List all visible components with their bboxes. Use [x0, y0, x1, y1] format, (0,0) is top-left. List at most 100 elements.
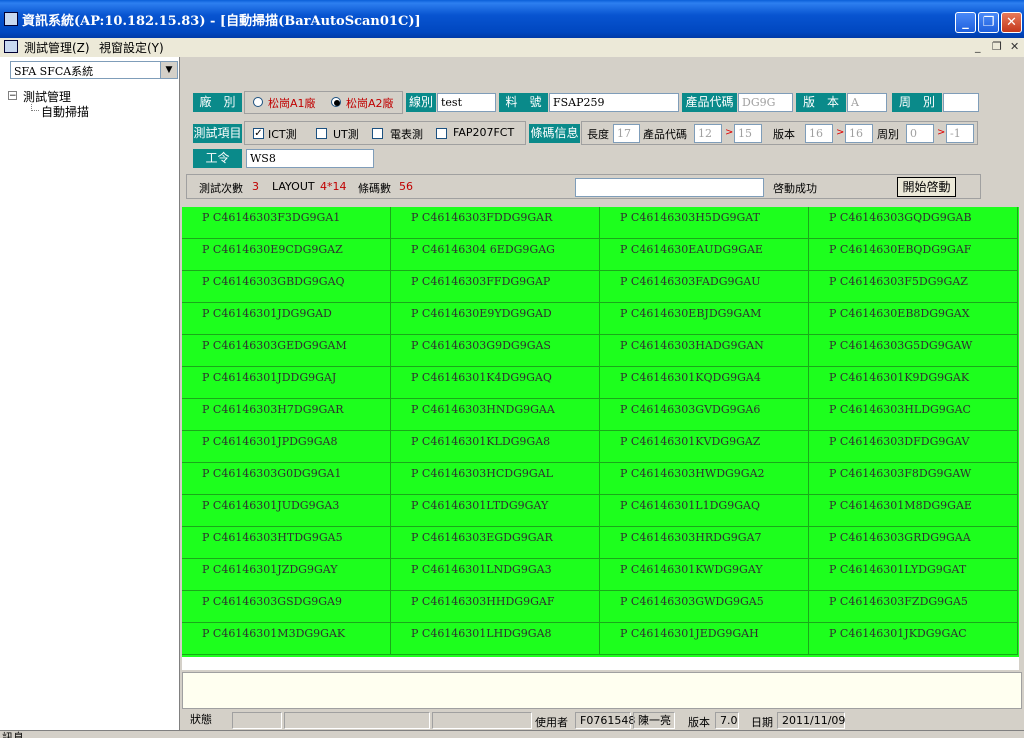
- product-code-label: 產品代碼: [682, 93, 737, 112]
- grid-cell: P C46146303HRDG9GA7: [600, 527, 809, 559]
- tree-item-auto-scan[interactable]: 自動掃描: [41, 103, 89, 120]
- grid-cell: P C46146304 6EDG9GAG: [391, 239, 600, 271]
- checkbox-ict[interactable]: ✓: [253, 128, 264, 139]
- tree-collapse-toggle[interactable]: −: [8, 91, 17, 101]
- layout-label: LAYOUT: [272, 180, 315, 193]
- length-label: 長度: [587, 128, 609, 141]
- grid-cell: P C46146303GRDG9GAA: [809, 527, 1018, 559]
- start-button[interactable]: 開始啓動: [897, 177, 956, 197]
- grid-cell: P C46146303HLDG9GAC: [809, 399, 1018, 431]
- grid-cell: P C46146301JDDG9GAJ: [182, 367, 391, 399]
- product-code-field[interactable]: DG9G: [738, 93, 793, 112]
- scan-input[interactable]: [575, 178, 764, 197]
- maximize-button[interactable]: ❐: [978, 12, 999, 33]
- week-label: 周 別: [892, 93, 942, 112]
- version-label: 版 本: [796, 93, 846, 112]
- grid-cell: P C46146303GEDG9GAM: [182, 335, 391, 367]
- grid-cell: P C46146301KVDG9GAZ: [600, 431, 809, 463]
- product-code-to[interactable]: 15: [734, 124, 762, 143]
- menu-test-management[interactable]: 測試管理(Z): [24, 39, 90, 56]
- left-panel: [0, 57, 180, 730]
- grid-cell: P C4614630E9CDG9GAZ: [182, 239, 391, 271]
- date-label: 日期: [751, 716, 773, 729]
- work-order-label: 工令: [193, 149, 242, 168]
- status-panel-3: [432, 712, 532, 729]
- grid-cell: P C46146303F5DG9GAZ: [809, 271, 1018, 303]
- grid-cell: P C46146301M3DG9GAK: [182, 623, 391, 655]
- chevron-down-icon[interactable]: ▼: [160, 62, 177, 78]
- grid-cell: P C46146301KWDG9GAY: [600, 559, 809, 591]
- mdi-restore-button[interactable]: ❐: [992, 40, 1002, 53]
- line-label: 線別: [406, 93, 436, 112]
- minimize-button[interactable]: _: [955, 12, 976, 33]
- mdi-minimize-button[interactable]: _: [975, 40, 981, 53]
- mdi-close-button[interactable]: ✕: [1010, 40, 1019, 53]
- version-to[interactable]: 16: [845, 124, 873, 143]
- layout-value: 4*14: [320, 180, 347, 193]
- checkbox-ut[interactable]: [316, 128, 327, 139]
- line-field[interactable]: test: [437, 93, 496, 112]
- system-select-value: SFA SFCA系統: [14, 65, 94, 78]
- grid-cell: P C46146301L1DG9GAQ: [600, 495, 809, 527]
- grid-cell: P C46146303H7DG9GAR: [182, 399, 391, 431]
- menu-window-settings[interactable]: 視窗設定(Y): [99, 39, 164, 56]
- checkbox-meter[interactable]: [372, 128, 383, 139]
- week-to[interactable]: -1: [946, 124, 974, 143]
- date-value: 2011/11/09: [777, 712, 845, 729]
- message-area: [182, 672, 1022, 709]
- grid-cell: P C46146303G0DG9GA1: [182, 463, 391, 495]
- title-bar[interactable]: 資訊系統(AP:10.182.15.83) - [自動掃描(BarAutoSca…: [0, 0, 1024, 38]
- product-code-from[interactable]: 12: [694, 124, 722, 143]
- bottom-label: 訊息: [2, 731, 24, 738]
- barcode-count-value: 56: [399, 180, 413, 193]
- barcode-week-label: 周別: [877, 128, 899, 141]
- grid-cell: P C4614630EAUDG9GAE: [600, 239, 809, 271]
- grid-cell: P C46146303GQDG9GAB: [809, 207, 1018, 239]
- grid-cell: P C46146301K4DG9GAQ: [391, 367, 600, 399]
- grid-cell: P C46146303FADG9GAU: [600, 271, 809, 303]
- week-field[interactable]: [943, 93, 979, 112]
- length-field[interactable]: 17: [613, 124, 640, 143]
- week-from[interactable]: 0: [906, 124, 934, 143]
- app-icon[interactable]: [4, 12, 18, 26]
- part-number-field[interactable]: FSAP259: [549, 93, 679, 112]
- grid-cell: P C46146303HTDG9GA5: [182, 527, 391, 559]
- grid-cell: P C46146301JZDG9GAY: [182, 559, 391, 591]
- grid-cell: P C46146301LHDG9GA8: [391, 623, 600, 655]
- close-button[interactable]: ✕: [1001, 12, 1022, 33]
- factory-option-a2: 松崗A2廠: [346, 97, 394, 110]
- grid-cell: P C46146303FZDG9GA5: [809, 591, 1018, 623]
- mdi-doc-icon[interactable]: [4, 40, 18, 53]
- grid-cell: P C46146303EGDG9GAR: [391, 527, 600, 559]
- test-item-fap207fct: FAP207FCT: [453, 126, 515, 139]
- version-arrow: >: [836, 127, 845, 138]
- grid-cell: P C46146301JUDG9GA3: [182, 495, 391, 527]
- barcode-product-code-label: 產品代碼: [643, 128, 687, 141]
- grid-cell: P C46146303G9DG9GAS: [391, 335, 600, 367]
- version-field[interactable]: A: [847, 93, 887, 112]
- user-id: F0761548: [575, 712, 635, 729]
- grid-cell: P C4614630EBQDG9GAF: [809, 239, 1018, 271]
- work-order-field[interactable]: WS8: [246, 149, 374, 168]
- factory-option-a1: 松崗A1廠: [268, 97, 316, 110]
- grid-bottom-margin: [182, 657, 1019, 670]
- grid-cell: P C46146303F8DG9GAW: [809, 463, 1018, 495]
- grid-cell: P C46146301JDG9GAD: [182, 303, 391, 335]
- grid-cell: P C46146303G5DG9GAW: [809, 335, 1018, 367]
- version-from[interactable]: 16: [805, 124, 833, 143]
- grid-cell: P C46146303HNDG9GAA: [391, 399, 600, 431]
- app-version-value: 7.0: [715, 712, 739, 729]
- status-bar: 狀態 使用者 F0761548 陳一亮 版本 7.0 日期 2011/11/09: [182, 711, 1024, 730]
- factory-radio-a2[interactable]: [331, 97, 341, 107]
- grid-cell: P C46146301JKDG9GAC: [809, 623, 1018, 655]
- grid-cell: P C46146303GWDG9GA5: [600, 591, 809, 623]
- test-count-value: 3: [252, 180, 259, 193]
- checkbox-fap207fct[interactable]: [436, 128, 447, 139]
- grid-cell: P C4614630EBJDG9GAM: [600, 303, 809, 335]
- grid-cell: P C46146303H5DG9GAT: [600, 207, 809, 239]
- test-item-ict: ICT測: [268, 128, 297, 141]
- grid-cell: P C46146303HWDG9GA2: [600, 463, 809, 495]
- system-select[interactable]: SFA SFCA系統 ▼: [10, 61, 178, 79]
- factory-radio-a1[interactable]: [253, 97, 263, 107]
- grid-cell: P C4614630EB8DG9GAX: [809, 303, 1018, 335]
